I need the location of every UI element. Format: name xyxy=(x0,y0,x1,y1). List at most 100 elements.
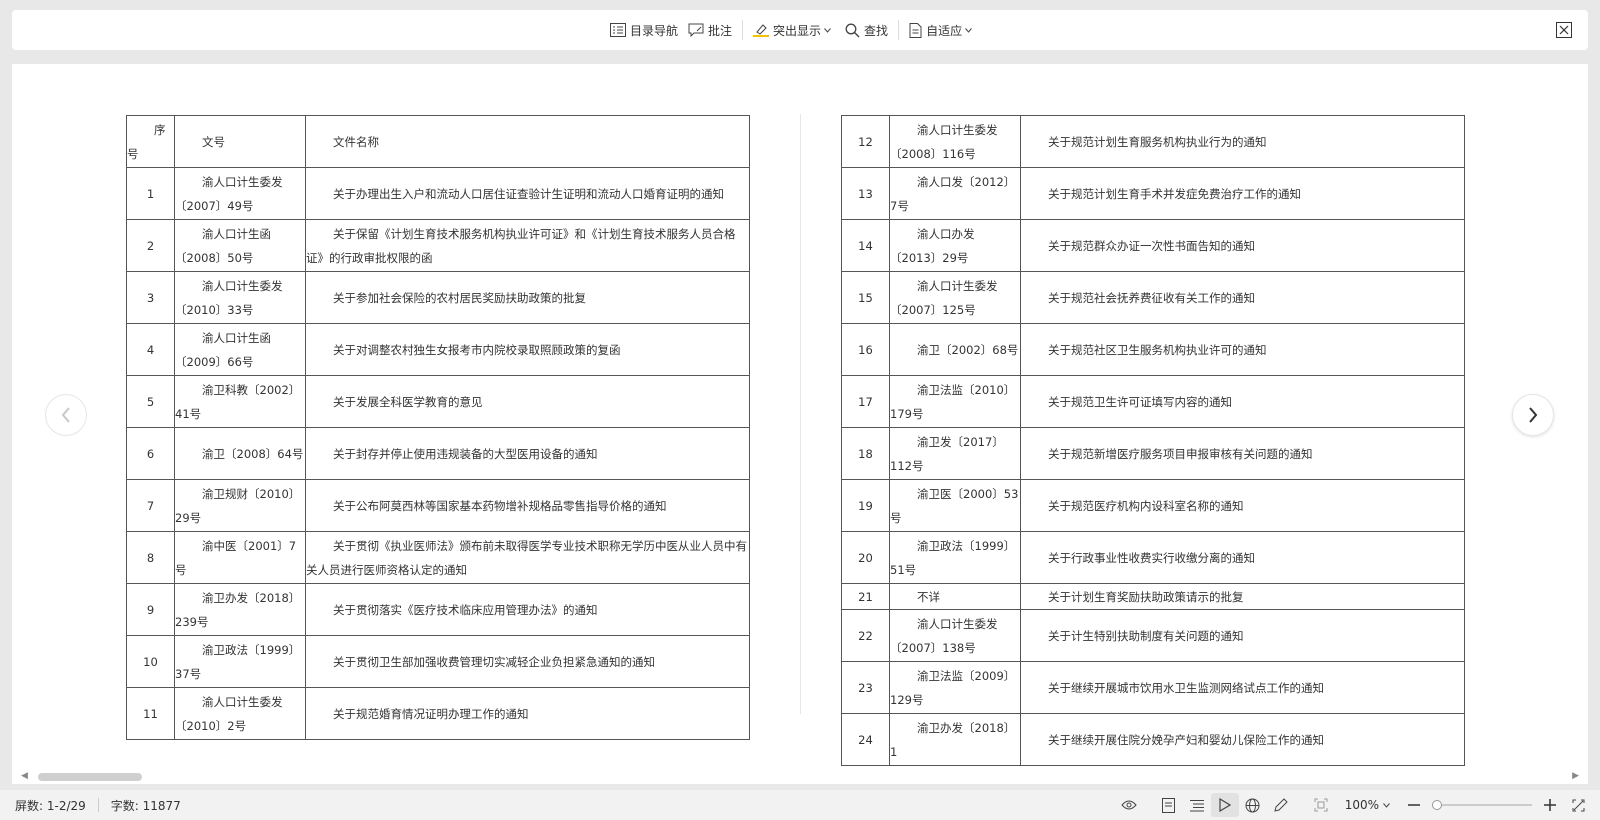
comment-button[interactable]: 批注 xyxy=(683,16,737,44)
status-divider xyxy=(97,798,99,812)
toolbar-group: 目录导航 批注 突出显示 查找 自适应 xyxy=(605,10,981,50)
close-icon xyxy=(1556,22,1572,38)
header-docno: 文号 xyxy=(174,115,306,168)
row-seq-cell: 14 xyxy=(841,219,890,272)
toolbar-divider xyxy=(742,20,744,40)
table-row: 1 渝人口计生委发〔2007〕49号 关于办理出生入户和流动人口居住证查验计生证明和… xyxy=(126,167,750,220)
close-button[interactable] xyxy=(1556,22,1572,38)
zoom-slider[interactable] xyxy=(1432,797,1532,813)
fullscreen-button[interactable] xyxy=(1564,793,1592,817)
row-title-cell: 关于继续开展城市饮用水卫生监测网络试点工作的通知 xyxy=(1020,661,1465,714)
table-row: 17 渝卫法监〔2010〕179号 关于规范卫生许可证填写内容的通知 xyxy=(841,375,1465,428)
row-seq-cell: 18 xyxy=(841,427,890,480)
table-row: 23 渝卫法监〔2009〕129号 关于继续开展城市饮用水卫生监测网络试点工作的通知 xyxy=(841,661,1465,714)
top-toolbar: 目录导航 批注 突出显示 查找 自适应 xyxy=(12,10,1588,50)
table-row: 14 渝人口办发〔2013〕29号 关于规范群众办证一次性书面告知的通知 xyxy=(841,219,1465,272)
row-docno-cell: 渝卫法监〔2009〕129号 xyxy=(889,661,1021,714)
right-table-body: 12 渝人口计生委发〔2008〕116号 关于规范计划生育服务机构执业行为的通知 13… xyxy=(841,115,1465,766)
row-docno-cell: 渝人口计生委发〔2007〕49号 xyxy=(174,167,306,220)
table-row: 8 渝中医〔2001〕7号 关于贯彻《执业医师法》颁布前未取得医学专业技术职称无学历… xyxy=(126,531,750,584)
toc-list-icon xyxy=(610,23,626,37)
fit-button[interactable]: 自适应 xyxy=(904,16,981,44)
pen-icon xyxy=(1274,797,1288,812)
row-seq-cell: 20 xyxy=(841,531,890,584)
zoom-level[interactable]: 100% xyxy=(1345,798,1379,812)
highlight-button[interactable]: 突出显示 xyxy=(748,16,840,44)
table-row: 11 渝人口计生委发〔2010〕2号 关于规范婚育情况证明办理工作的通知 xyxy=(126,687,750,740)
zoom-in-button[interactable] xyxy=(1536,793,1564,817)
reading-mode-button[interactable] xyxy=(1210,793,1239,817)
zoom-slider-knob[interactable] xyxy=(1432,800,1442,810)
row-docno-cell: 渝卫〔2002〕68号 xyxy=(889,323,1021,376)
row-docno-cell: 渝人口计生函〔2009〕66号 xyxy=(174,323,306,376)
table-row: 9 渝卫办发〔2018〕239号 关于贯彻落实《医疗技术临床应用管理办法》的通知 xyxy=(126,583,750,636)
eye-protection-button[interactable] xyxy=(1115,793,1143,817)
highlighter-icon xyxy=(753,24,770,37)
row-title-cell: 关于贯彻《执业医师法》颁布前未取得医学专业技术职称无学历中医从业人员中有关人员进… xyxy=(305,531,750,584)
zoom-slider-track xyxy=(1432,804,1532,806)
row-docno-cell: 渝卫政法〔1999〕37号 xyxy=(174,635,306,688)
row-title-cell: 关于计划生育奖励扶助政策请示的批复 xyxy=(1020,583,1465,610)
toc-nav-label: 目录导航 xyxy=(630,23,679,38)
fit-page-button[interactable] xyxy=(1307,793,1335,817)
row-docno-cell: 渝人口计生委发〔2007〕125号 xyxy=(889,271,1021,324)
row-seq-cell: 22 xyxy=(841,609,890,662)
row-docno-cell: 渝卫政法〔1999〕51号 xyxy=(889,531,1021,584)
row-seq-cell: 15 xyxy=(841,271,890,324)
row-title-cell: 关于办理出生入户和流动人口居住证查验计生证明和流动人口婚育证明的通知 xyxy=(305,167,750,220)
table-row: 16 渝卫〔2002〕68号 关于规范社区卫生服务机构执业许可的通知 xyxy=(841,323,1465,376)
row-docno-cell: 渝卫办发〔2018〕1 xyxy=(889,713,1021,766)
row-title-cell: 关于发展全科医学教育的意见 xyxy=(305,375,750,428)
page-view-button[interactable] xyxy=(1155,793,1183,817)
chevron-down-icon[interactable] xyxy=(1383,802,1390,808)
row-docno-cell: 渝卫医〔2000〕53号 xyxy=(889,479,1021,532)
row-seq-cell: 8 xyxy=(126,531,175,584)
row-docno-cell: 渝卫〔2008〕64号 xyxy=(174,427,306,480)
row-title-cell: 关于规范婚育情况证明办理工作的通知 xyxy=(305,687,750,740)
row-seq-cell: 12 xyxy=(841,115,890,168)
page-count: 屏数: 1-2/29 xyxy=(15,798,86,813)
horizontal-scrollbar[interactable]: ◀ ▶ xyxy=(12,770,1588,782)
row-docno-cell: 渝人口计生委发〔2008〕116号 xyxy=(889,115,1021,168)
document-table-right: 12 渝人口计生委发〔2008〕116号 关于规范计划生育服务机构执业行为的通知 13… xyxy=(841,115,1465,766)
scroll-right-arrow-icon[interactable]: ▶ xyxy=(1572,771,1579,781)
fit-label: 自适应 xyxy=(926,23,963,38)
row-title-cell: 关于公布阿莫西林等国家基本药物增补规格品零售指导价格的通知 xyxy=(305,479,750,532)
row-title-cell: 关于参加社会保险的农村居民奖励扶助政策的批复 xyxy=(305,271,750,324)
find-button[interactable]: 查找 xyxy=(840,16,893,44)
prev-page-button[interactable] xyxy=(45,394,87,436)
toolbar-divider xyxy=(898,20,900,40)
web-view-button[interactable] xyxy=(1239,793,1267,817)
pen-tool-button[interactable] xyxy=(1267,793,1295,817)
row-seq-cell: 5 xyxy=(126,375,175,428)
scrollbar-thumb[interactable] xyxy=(38,773,142,781)
document-table-left: 序号 文号 文件名称 1 渝人口计生委发〔2007〕49号 关于办理出生入户和流动人… xyxy=(126,115,750,740)
row-title-cell: 关于规范社会抚养费征收有关工作的通知 xyxy=(1020,271,1465,324)
document-icon xyxy=(909,22,922,38)
eye-icon xyxy=(1121,800,1137,810)
row-seq-cell: 21 xyxy=(841,583,890,610)
row-seq-cell: 23 xyxy=(841,661,890,714)
page-view-icon xyxy=(1162,797,1176,813)
left-table-body: 序号 文号 文件名称 1 渝人口计生委发〔2007〕49号 关于办理出生入户和流动人… xyxy=(126,115,750,740)
header-seq: 序号 xyxy=(126,115,175,168)
row-title-cell: 关于对调整农村独生女报考市内院校录取照顾政策的复函 xyxy=(305,323,750,376)
minus-icon xyxy=(1408,804,1420,806)
row-docno-cell: 不详 xyxy=(889,583,1021,610)
row-docno-cell: 渝人口计生函〔2008〕50号 xyxy=(174,219,306,272)
toc-nav-button[interactable]: 目录导航 xyxy=(605,16,683,44)
status-controls: 100% xyxy=(1115,790,1600,820)
row-docno-cell: 渝人口办发〔2013〕29号 xyxy=(889,219,1021,272)
table-row: 19 渝卫医〔2000〕53号 关于规范医疗机构内设科室名称的通知 xyxy=(841,479,1465,532)
chevron-right-icon xyxy=(1529,407,1538,423)
row-title-cell: 关于规范计划生育服务机构执业行为的通知 xyxy=(1020,115,1465,168)
outline-view-button[interactable] xyxy=(1183,793,1211,817)
next-page-button[interactable] xyxy=(1512,394,1554,436)
row-seq-cell: 24 xyxy=(841,713,890,766)
page-divider xyxy=(800,114,801,714)
row-title-cell: 关于贯彻卫生部加强收费管理切实减轻企业负担紧急通知的通知 xyxy=(305,635,750,688)
row-docno-cell: 渝卫科教〔2002〕41号 xyxy=(174,375,306,428)
zoom-out-button[interactable] xyxy=(1400,793,1428,817)
scroll-left-arrow-icon[interactable]: ◀ xyxy=(21,771,28,781)
table-row: 10 渝卫政法〔1999〕37号 关于贯彻卫生部加强收费管理切实减轻企业负担紧急通知… xyxy=(126,635,750,688)
